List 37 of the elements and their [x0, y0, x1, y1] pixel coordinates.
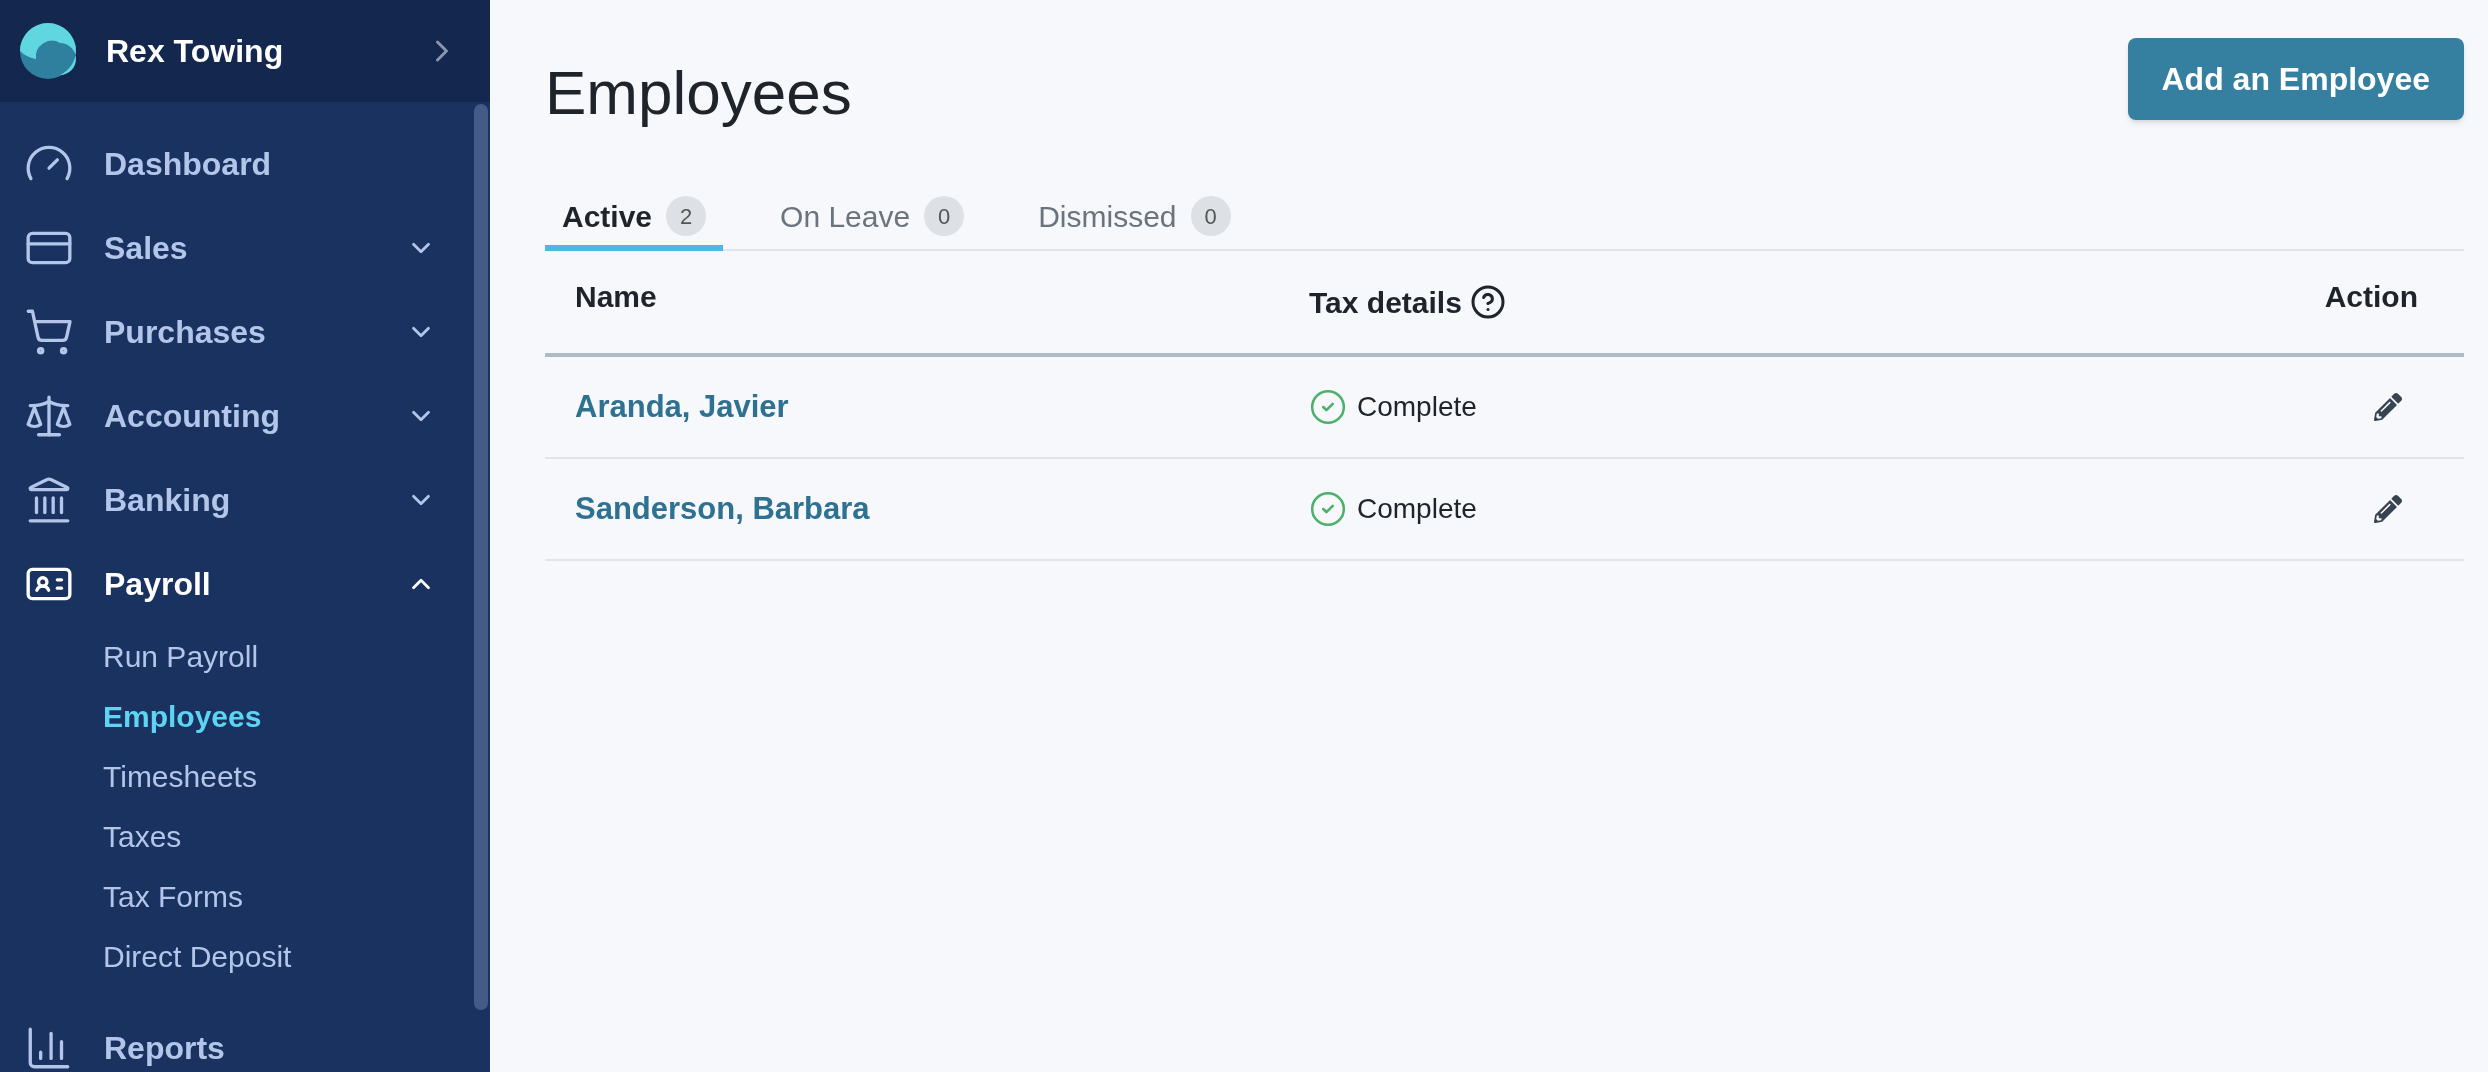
employee-name-link[interactable]: Aranda, Javier: [545, 383, 1309, 431]
count-badge: 2: [666, 196, 707, 236]
help-icon[interactable]: [1469, 284, 1506, 320]
table-cell-text: Complete: [1357, 390, 1477, 424]
sidebar-item[interactable]: Sales: [0, 206, 474, 290]
count-badge: 0: [924, 196, 965, 236]
sidebar-item[interactable]: Banking: [0, 458, 474, 542]
sidebar-item[interactable]: Dashboard: [0, 122, 474, 206]
tab[interactable]: On Leave 0: [763, 187, 982, 251]
sidebar-subitem[interactable]: Direct Deposit: [0, 926, 474, 986]
tab[interactable]: Active 2: [545, 187, 724, 251]
column-header: Action: [2324, 278, 2419, 315]
page-title: Employees: [545, 57, 852, 129]
column-header: Name: [574, 278, 658, 315]
sidebar-subitem[interactable]: Timesheets: [0, 746, 474, 806]
table-cell-text: Complete: [1357, 492, 1477, 526]
employee-name-link[interactable]: Sanderson, Barbara: [545, 485, 1309, 533]
sidebar-item[interactable]: Reports: [0, 1006, 474, 1072]
scrollbar-thumb[interactable]: [474, 104, 488, 1010]
check-circle-icon: [1309, 388, 1347, 426]
edit-pencil-icon[interactable]: [2374, 495, 2402, 523]
column-header: Tax details: [1309, 284, 1462, 321]
sidebar-subitem[interactable]: Employees: [0, 686, 474, 746]
wave-logo-icon: [20, 23, 76, 79]
sidebar-item[interactable]: Purchases: [0, 290, 474, 374]
sidebar-subitem[interactable]: Run Payroll: [0, 626, 474, 686]
company-name: Rex Towing: [106, 32, 285, 71]
sidebar-item[interactable]: Payroll: [0, 542, 474, 626]
add-employee-button[interactable]: Add an Employee: [2127, 38, 2464, 120]
sidebar-subitem[interactable]: Tax Forms: [0, 866, 474, 926]
edit-pencil-icon[interactable]: [2374, 393, 2402, 421]
tab[interactable]: Dismissed 0: [1021, 187, 1248, 251]
sidebar-item[interactable]: Accounting: [0, 374, 474, 458]
count-badge: 0: [1190, 196, 1231, 236]
sidebar-subitem[interactable]: Taxes: [0, 806, 474, 866]
cart-icon: [24, 307, 74, 357]
check-circle-icon: [1309, 490, 1347, 528]
